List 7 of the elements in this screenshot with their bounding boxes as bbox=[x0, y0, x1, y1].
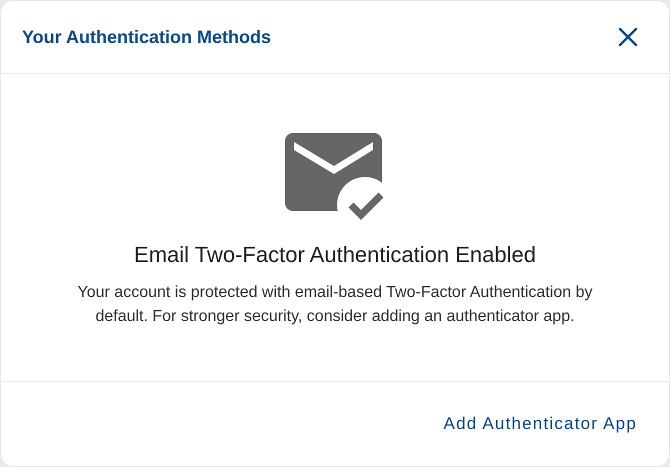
dialog-title: Your Authentication Methods bbox=[22, 26, 271, 48]
close-button[interactable] bbox=[617, 26, 639, 48]
add-authenticator-app-link[interactable]: Add Authenticator App bbox=[444, 411, 637, 437]
status-description: Your account is protected with email-based Two-Factor Authentication by default. For stronger security, consider adding an authenticator app. bbox=[76, 283, 594, 327]
close-icon bbox=[619, 28, 637, 46]
email-check-icon bbox=[285, 133, 385, 223]
status-heading: Email Two-Factor Authentication Enabled bbox=[134, 241, 536, 269]
